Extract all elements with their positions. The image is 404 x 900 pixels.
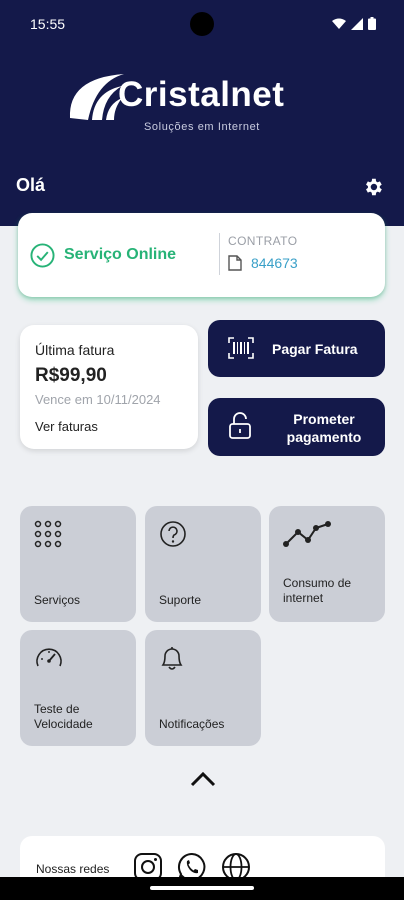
header: Cristalnet Soluções em Internet <box>0 50 404 226</box>
view-invoices-link[interactable]: Ver faturas <box>35 419 98 434</box>
service-status-card: Serviço Online CONTRATO 844673 <box>18 213 385 297</box>
tile-label: Serviços <box>34 593 81 607</box>
brand-name: Cristalnet <box>118 75 285 114</box>
line-graph-icon <box>283 521 331 547</box>
divider <box>219 233 220 275</box>
social-label: Nossas redes <box>36 862 110 876</box>
tile-notifications[interactable]: Notificações <box>145 630 261 746</box>
barcode-icon <box>228 337 254 359</box>
status-bar: 15:55 <box>0 0 404 50</box>
contract-number[interactable]: 844673 <box>251 255 298 271</box>
chevron-up-icon[interactable] <box>190 770 216 788</box>
tile-internet-usage[interactable]: Consumo de internet <box>269 506 385 622</box>
battery-icon <box>368 17 376 30</box>
signal-icon <box>351 17 363 30</box>
pay-invoice-label: Pagar Fatura <box>272 341 358 357</box>
question-circle-icon <box>160 521 186 547</box>
gear-icon[interactable] <box>362 176 384 198</box>
system-icons <box>332 17 376 30</box>
tile-services[interactable]: Serviços <box>20 506 136 622</box>
tile-label: Teste de Velocidade <box>34 702 93 731</box>
service-status: Serviço Online <box>64 246 177 263</box>
tile-label: Consumo de internet <box>283 576 352 605</box>
promise-payment-button[interactable]: Prometer pagamento <box>208 398 385 456</box>
tile-label: Suporte <box>159 593 202 607</box>
tile-label: Notificações <box>159 717 225 731</box>
greeting-text: Olá <box>16 175 46 195</box>
tile-speed-test[interactable]: Teste de Velocidade <box>20 630 136 746</box>
check-circle-icon <box>30 243 55 268</box>
invoice-due-date: Vence em 10/11/2024 <box>35 392 161 407</box>
contract-label: CONTRATO <box>228 234 298 248</box>
bell-icon <box>161 647 183 670</box>
brand-logo: Cristalnet Soluções em Internet <box>66 60 356 140</box>
camera-cutout <box>190 12 214 36</box>
grid-dots-icon <box>34 520 62 548</box>
promise-payment-label: Prometer pagamento <box>286 411 362 445</box>
clock: 15:55 <box>30 16 66 32</box>
invoice-title: Última fatura <box>35 342 115 358</box>
speedometer-icon <box>36 648 62 667</box>
gesture-nav-bar <box>0 877 404 900</box>
logo-swoosh-icon <box>69 74 124 120</box>
home-indicator[interactable] <box>150 886 254 890</box>
tile-support[interactable]: Suporte <box>145 506 261 622</box>
last-invoice-card: Última fatura R$99,90 Vence em 10/11/202… <box>20 325 198 449</box>
document-icon <box>228 255 242 271</box>
pay-invoice-button[interactable]: Pagar Fatura <box>208 320 385 377</box>
unlock-icon <box>229 412 251 439</box>
wifi-icon <box>332 18 346 29</box>
invoice-amount: R$99,90 <box>35 365 107 386</box>
brand-tagline: Soluções em Internet <box>144 121 260 133</box>
